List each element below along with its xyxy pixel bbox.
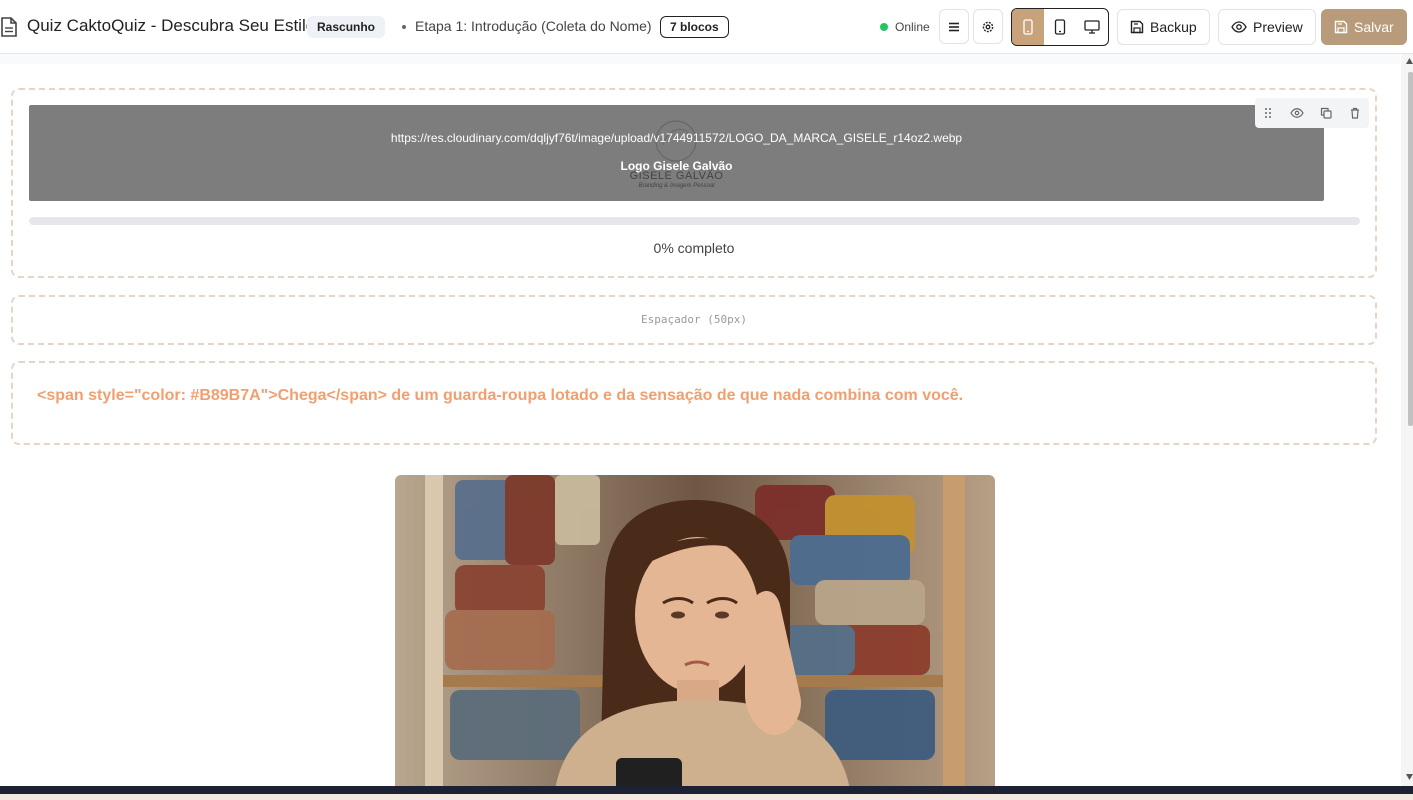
monitor-icon — [1084, 20, 1100, 34]
progress-bar — [29, 217, 1360, 225]
headline-text: <span style="color: #B89B7A">Chega</span… — [37, 387, 964, 404]
bottom-bar — [0, 786, 1413, 794]
spacer-block[interactable]: Espaçador (50px) — [11, 295, 1377, 345]
scroll-up-arrow-icon[interactable] — [1406, 58, 1413, 64]
save-button[interactable]: Salvar — [1321, 9, 1407, 45]
blocks-count-badge: 7 blocos — [660, 16, 729, 38]
text-block[interactable]: <span style="color: #B89B7A">Chega</span… — [11, 361, 1377, 445]
document-icon — [1, 17, 17, 37]
smartphone-icon — [1023, 19, 1033, 35]
connection-status: Online — [880, 20, 930, 34]
device-desktop-button[interactable] — [1076, 9, 1108, 45]
save-disk-icon — [1130, 20, 1144, 34]
online-indicator-icon — [880, 23, 888, 31]
save-disk-icon — [1334, 20, 1348, 34]
logo-image: https://res.cloudinary.com/dqljyf76t/ima… — [29, 105, 1324, 201]
editor-topbar: Quiz CaktoQuiz - Descubra Seu Estilo Ras… — [0, 0, 1413, 54]
preview-button[interactable]: Preview — [1218, 9, 1316, 45]
settings-button[interactable] — [973, 9, 1003, 44]
status-badge: Rascunho — [307, 16, 386, 38]
preview-label: Preview — [1253, 19, 1303, 35]
hero-image[interactable] — [395, 475, 995, 790]
backup-button[interactable]: Backup — [1117, 9, 1210, 45]
menu-button[interactable] — [939, 9, 969, 44]
logo-brand-text: GISELE GALVÃO — [629, 170, 724, 182]
stage-label: Etapa 1: Introdução (Coleta do Nome) — [415, 18, 652, 34]
device-switcher — [1011, 8, 1109, 46]
eye-icon[interactable] — [1290, 107, 1304, 119]
logo-tagline-text: Branding & Imagem Pessoal — [638, 183, 715, 189]
logo-url-text: https://res.cloudinary.com/dqljyf76t/ima… — [390, 131, 963, 145]
save-label: Salvar — [1354, 19, 1394, 35]
connection-label: Online — [895, 20, 930, 34]
trash-icon[interactable] — [1349, 107, 1361, 119]
canvas-background — [0, 54, 1400, 64]
device-tablet-button[interactable] — [1044, 9, 1076, 45]
duplicate-icon[interactable] — [1320, 107, 1332, 119]
separator-dot — [402, 25, 406, 29]
scrollbar-thumb[interactable] — [1408, 72, 1413, 426]
quiz-title: Quiz CaktoQuiz - Descubra Seu Estilo — [27, 16, 316, 35]
quiz-header-block[interactable]: https://res.cloudinary.com/dqljyf76t/ima… — [11, 88, 1377, 278]
bottom-strip — [0, 794, 1413, 800]
woman-with-closet-illustration — [395, 475, 995, 790]
tablet-icon — [1054, 19, 1066, 35]
progress-text: 0% completo — [653, 240, 735, 256]
eye-icon — [1231, 21, 1247, 33]
block-actions-toolbar — [1255, 98, 1369, 128]
scroll-down-arrow-icon[interactable] — [1406, 774, 1413, 780]
spacer-label: Espaçador (50px) — [641, 313, 747, 326]
backup-label: Backup — [1150, 19, 1197, 35]
menu-icon — [949, 22, 959, 31]
gear-icon — [982, 21, 994, 32]
drag-handle-icon[interactable] — [1263, 107, 1273, 119]
device-mobile-button[interactable] — [1012, 9, 1044, 45]
